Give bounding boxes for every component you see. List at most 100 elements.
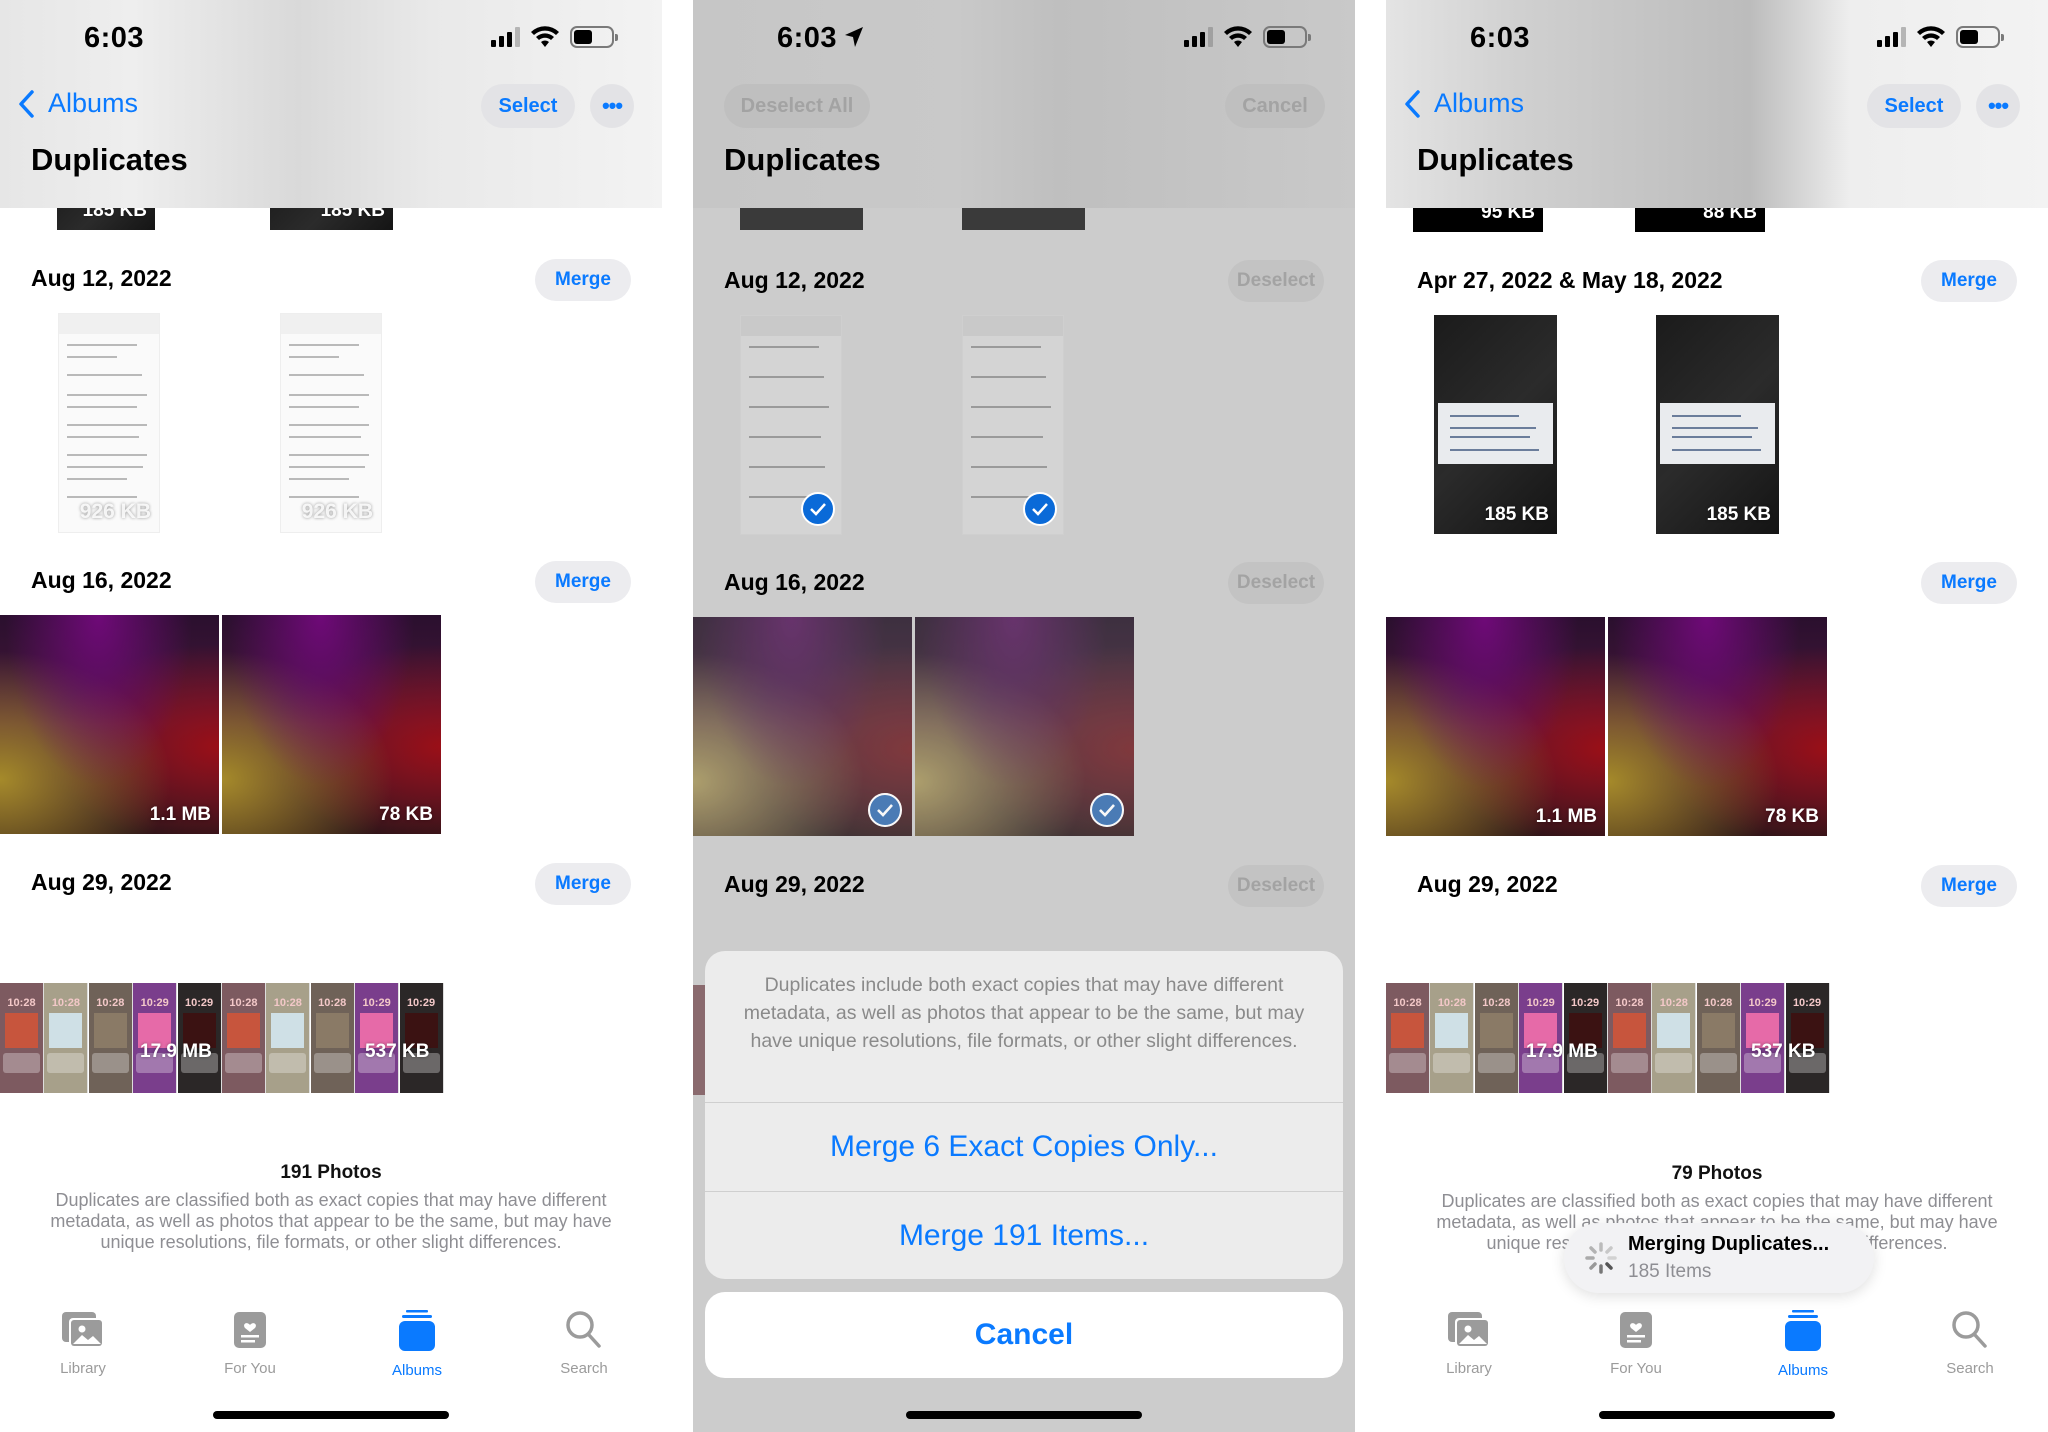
lockscreen-thumbnail[interactable]: 10:28 — [88, 983, 133, 1093]
tab-label: Search — [560, 1360, 608, 1377]
lockscreen-thumbnail[interactable]: 10:29 — [1563, 983, 1608, 1093]
tab-label: Albums — [1777, 1362, 1829, 1379]
lockscreen-thumbnail[interactable]: 10:29 — [1519, 983, 1564, 1093]
lockscreen-thumbnail[interactable]: 10:29 — [1741, 983, 1786, 1093]
for-you-icon — [232, 1310, 268, 1360]
action-sheet-cancel-button[interactable]: Cancel — [705, 1292, 1343, 1378]
lockscreen-time: 10:29 — [1570, 997, 1600, 1009]
lockscreen-thumbnail[interactable]: 10:29 — [177, 983, 222, 1093]
merge-all-items-button[interactable]: Merge 191 Items... — [705, 1192, 1343, 1279]
album-art — [1435, 1013, 1469, 1048]
tab-search[interactable]: Search — [1910, 1310, 2030, 1377]
status-time: 6:03 — [777, 22, 865, 55]
chevron-left-icon — [19, 89, 34, 118]
wallpaper-thumbnail[interactable]: 78 KB — [222, 615, 441, 834]
merge-button[interactable]: Merge — [1921, 865, 2017, 907]
deselect-group-button[interactable]: Deselect — [1228, 562, 1324, 604]
lockscreen-thumbnail-strip[interactable]: 10:28 10:28 10:28 10:29 10:29 10:28 10:28 10:28… — [0, 983, 444, 1093]
merge-button[interactable]: Merge — [1921, 562, 2017, 604]
wallpaper-thumbnail[interactable]: 78 KB — [1608, 617, 1827, 836]
file-size-label: 537 KB — [1751, 1041, 1816, 1062]
lockscreen-thumbnail[interactable]: 10:28 — [310, 983, 355, 1093]
album-art — [1612, 1013, 1646, 1048]
tab-search[interactable]: Search — [524, 1310, 644, 1377]
business-card — [1660, 402, 1775, 464]
lockscreen-time: 10:28 — [7, 997, 36, 1009]
tab-label: Library — [1446, 1360, 1492, 1377]
tab-library[interactable]: Library — [23, 1310, 143, 1377]
lockscreen-thumbnail[interactable]: 10:28 — [1474, 983, 1519, 1093]
select-button[interactable]: Select — [1867, 84, 1961, 128]
player-controls — [269, 1053, 307, 1073]
lockscreen-thumbnail[interactable]: 10:28 — [266, 983, 311, 1093]
business-card-thumbnail[interactable]: 185 KB — [1656, 315, 1779, 534]
back-button[interactable]: Albums — [1404, 88, 1524, 119]
lockscreen-thumbnail[interactable]: 10:28 — [1430, 983, 1475, 1093]
merge-button[interactable]: Merge — [535, 259, 631, 301]
lockscreen-time: 10:28 — [1704, 997, 1733, 1009]
tab-label: Albums — [391, 1362, 443, 1379]
back-button[interactable]: Albums — [18, 88, 138, 119]
battery-icon — [570, 26, 618, 48]
deselect-group-button[interactable]: Deselect — [1228, 865, 1324, 907]
page-title: Duplicates — [31, 142, 188, 177]
albums-icon — [1783, 1310, 1823, 1362]
more-options-button[interactable]: ••• — [590, 84, 634, 128]
lockscreen-thumbnail[interactable]: 10:28 — [44, 983, 89, 1093]
screenshot-thumbnail[interactable] — [962, 315, 1064, 535]
wallpaper-thumbnail[interactable] — [915, 617, 1134, 836]
group-date: Aug 29, 2022 — [31, 869, 172, 895]
lockscreen-thumbnail[interactable]: 10:29 — [399, 983, 444, 1093]
lockscreen-thumbnail[interactable]: 10:29 — [1785, 983, 1830, 1093]
back-label: Albums — [1434, 88, 1525, 118]
album-art — [1657, 1013, 1691, 1048]
lockscreen-thumbnail[interactable]: 10:29 — [355, 983, 400, 1093]
lockscreen-thumbnail[interactable]: 10:28 — [1386, 983, 1430, 1093]
album-art — [1391, 1013, 1424, 1048]
lockscreen-time: 10:29 — [1748, 997, 1777, 1009]
lockscreen-thumbnail-strip[interactable]: 10:28 10:28 10:28 10:29 10:29 10:28 10:28 10:28… — [1386, 983, 1830, 1093]
wallpaper-thumbnail[interactable]: 1.1 MB — [0, 615, 219, 834]
lockscreen-thumbnail[interactable]: 10:28 — [1607, 983, 1652, 1093]
tab-for-you[interactable]: For You — [190, 1310, 310, 1377]
tab-for-you[interactable]: For You — [1576, 1310, 1696, 1377]
tab-albums[interactable]: Albums — [357, 1310, 477, 1379]
lockscreen-thumbnail[interactable]: 10:28 — [1652, 983, 1697, 1093]
lockscreen-thumbnail[interactable]: 10:28 — [221, 983, 266, 1093]
merge-button[interactable]: Merge — [535, 863, 631, 905]
lockscreen-time: 10:28 — [1659, 997, 1688, 1009]
wallpaper-thumbnail[interactable] — [693, 617, 912, 836]
cancel-selection-button[interactable]: Cancel — [1225, 84, 1325, 128]
business-card-thumbnail[interactable]: 185 KB — [1434, 315, 1557, 534]
phone-screen-merging: 6:03 Albums Select ••• Duplicates 95 KB … — [1386, 0, 2048, 1432]
search-icon — [1951, 1310, 1989, 1360]
deselect-all-button[interactable]: Deselect All — [724, 84, 870, 128]
select-button[interactable]: Select — [481, 84, 575, 128]
screenshot-thumbnail[interactable]: 926 KB — [58, 313, 160, 533]
merge-button[interactable]: Merge — [1921, 260, 2017, 302]
lockscreen-time: 10:29 — [1526, 997, 1555, 1009]
status-icons — [1184, 26, 1311, 48]
lockscreen-thumbnail[interactable]: 10:29 — [133, 983, 178, 1093]
merge-button[interactable]: Merge — [535, 561, 631, 603]
more-options-button[interactable]: ••• — [1976, 84, 2020, 128]
player-controls — [1655, 1053, 1693, 1073]
lockscreen-thumbnail[interactable]: 10:28 — [0, 983, 44, 1093]
activity-spinner-icon — [1585, 1242, 1617, 1274]
back-label: Albums — [48, 88, 139, 118]
lockscreen-thumbnail[interactable]: 10:28 — [1696, 983, 1741, 1093]
wallpaper-thumbnail[interactable]: 1.1 MB — [1386, 617, 1605, 836]
tab-library[interactable]: Library — [1409, 1310, 1529, 1377]
photo-thumbnail[interactable] — [693, 985, 705, 1095]
phone-screen-browse: 6:03 Albums Select ••• Duplicates 185 KB… — [0, 0, 662, 1432]
merge-exact-copies-button[interactable]: Merge 6 Exact Copies Only... — [705, 1103, 1343, 1191]
file-size-label: 185 KB — [1706, 504, 1771, 525]
deselect-group-button[interactable]: Deselect — [1228, 260, 1324, 302]
home-indicator — [213, 1411, 449, 1419]
screenshot-thumbnail[interactable] — [740, 315, 842, 535]
lockscreen-time: 10:28 — [229, 997, 258, 1009]
lockscreen-time: 10:28 — [318, 997, 347, 1009]
screenshot-thumbnail[interactable]: 926 KB — [280, 313, 382, 533]
group-date: Aug 12, 2022 — [724, 267, 865, 293]
tab-albums[interactable]: Albums — [1743, 1310, 1863, 1379]
